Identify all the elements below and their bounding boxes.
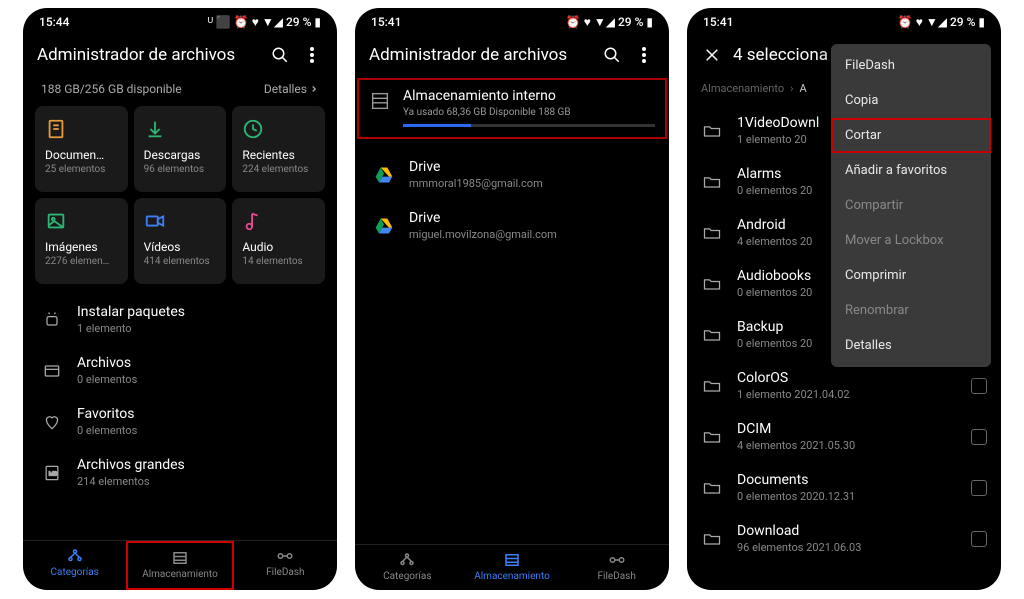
menu-item-comprimir[interactable]: Comprimir <box>831 258 991 293</box>
folder-icon <box>701 478 723 498</box>
clock: 15:44 <box>39 15 69 29</box>
page-title: Administrador de archivos <box>37 45 259 65</box>
more-icon[interactable] <box>633 44 655 66</box>
gdrive-icon <box>373 216 395 236</box>
bottom-nav: Categorías Almacenamiento FileDash <box>355 544 669 590</box>
storage-icon <box>369 90 391 112</box>
more-icon[interactable] <box>301 44 323 66</box>
page-title: Administrador de archivos <box>369 45 591 65</box>
storage-summary[interactable]: 188 GB/256 GB disponible Detalles <box>35 78 325 106</box>
close-icon[interactable] <box>701 44 723 66</box>
menu-item-compartir: Compartir <box>831 188 991 223</box>
content: Almacenamiento interno Ya usado 68,36 GB… <box>355 78 669 544</box>
card-recent[interactable]: Recientes224 elementos <box>232 106 325 192</box>
folder-icon <box>701 121 723 141</box>
status-icons: ⏰ ♥ ▼◢ 29 % ▮ <box>898 15 985 29</box>
tab-filedash[interactable]: FileDash <box>564 545 669 590</box>
tab-categories[interactable]: Categorías <box>23 541 126 590</box>
screen-selection: 15:41 ⏰ ♥ ▼◢ 29 % ▮ 4 selecciona Almacen… <box>687 8 1001 590</box>
card-videos[interactable]: Vídeos414 elementos <box>134 198 227 284</box>
app-header: Administrador de archivos <box>23 36 337 78</box>
list-item[interactable]: Instalar paquetes1 elemento <box>35 294 325 345</box>
status-icons: ⏰ ♥ ▼◢ 29 % ▮ <box>566 15 653 29</box>
tab-storage[interactable]: Almacenamiento <box>126 541 233 590</box>
list-item[interactable]: Archivos0 elementos <box>35 345 325 396</box>
status-bar: 15:41 ⏰ ♥ ▼◢ 29 % ▮ <box>355 8 669 36</box>
search-icon[interactable] <box>601 44 623 66</box>
folder-row[interactable]: Download96 elementos 2021.06.03 <box>695 513 993 564</box>
tab-categories[interactable]: Categorías <box>355 545 460 590</box>
folder-icon <box>701 325 723 345</box>
menu-item-renombrar: Renombrar <box>831 293 991 328</box>
search-icon[interactable] <box>269 44 291 66</box>
menu-item-mover-a-lockbox: Mover a Lockbox <box>831 223 991 258</box>
folder-icon <box>701 172 723 192</box>
bottom-nav: Categorías Almacenamiento FileDash <box>23 540 337 590</box>
status-icons: ᵁ ⬛ ⏰ ♥ ▼◢ 29 % ▮ <box>208 15 321 29</box>
content: 188 GB/256 GB disponible Detalles Docume… <box>23 78 337 540</box>
drive-account[interactable]: Drivemmmoral1985@gmail.com <box>367 149 657 200</box>
menu-item-cortar[interactable]: Cortar <box>831 118 991 153</box>
details-link[interactable]: Detalles <box>264 82 319 96</box>
status-bar: 15:41 ⏰ ♥ ▼◢ 29 % ▮ <box>687 8 1001 36</box>
extra-list: Instalar paquetes1 elemento Archivos0 el… <box>35 294 325 498</box>
app-header: Administrador de archivos <box>355 36 669 78</box>
gdrive-icon <box>373 165 395 185</box>
drive-account[interactable]: Drivemiguel.movilzona@gmail.com <box>367 200 657 251</box>
storage-progress <box>403 124 655 127</box>
menu-item-copia[interactable]: Copia <box>831 83 991 118</box>
folder-row[interactable]: Documents0 elementos 2020.12.31 <box>695 462 993 513</box>
menu-item-añadir-a-favoritos[interactable]: Añadir a favoritos <box>831 153 991 188</box>
card-documents[interactable]: Documen…25 elementos <box>35 106 128 192</box>
large-files-icon: MB <box>41 463 63 483</box>
checkbox[interactable] <box>971 531 987 547</box>
folder-icon <box>701 427 723 447</box>
checkbox[interactable] <box>971 480 987 496</box>
menu-item-detalles[interactable]: Detalles <box>831 328 991 363</box>
screen-storage: 15:41 ⏰ ♥ ▼◢ 29 % ▮ Administrador de arc… <box>355 8 669 590</box>
status-bar: 15:44 ᵁ ⬛ ⏰ ♥ ▼◢ 29 % ▮ <box>23 8 337 36</box>
checkbox[interactable] <box>971 429 987 445</box>
storage-internal[interactable]: Almacenamiento interno Ya usado 68,36 GB… <box>357 78 667 139</box>
archive-icon <box>41 361 63 381</box>
folder-row[interactable]: ColorOS1 elemento 2021.04.02 <box>695 360 993 411</box>
checkbox[interactable] <box>971 378 987 394</box>
card-downloads[interactable]: Descargas96 elementos <box>134 106 227 192</box>
screen-categories: 15:44 ᵁ ⬛ ⏰ ♥ ▼◢ 29 % ▮ Administrador de… <box>23 8 337 590</box>
clock: 15:41 <box>371 15 401 29</box>
folder-row[interactable]: DCIM4 elementos 2021.05.30 <box>695 411 993 462</box>
category-grid: Documen…25 elementos Descargas96 element… <box>35 106 325 284</box>
list-item[interactable]: Favoritos0 elementos <box>35 396 325 447</box>
menu-item-filedash[interactable]: FileDash <box>831 48 991 83</box>
android-icon <box>41 310 63 330</box>
tab-filedash[interactable]: FileDash <box>234 541 337 590</box>
folder-icon <box>701 223 723 243</box>
context-menu: FileDashCopiaCortarAñadir a favoritosCom… <box>831 44 991 367</box>
card-audio[interactable]: Audio14 elementos <box>232 198 325 284</box>
svg-text:MB: MB <box>49 471 58 477</box>
storage-text: 188 GB/256 GB disponible <box>41 82 182 96</box>
tab-storage[interactable]: Almacenamiento <box>460 545 565 590</box>
heart-icon <box>41 412 63 432</box>
card-images[interactable]: Imágenes2276 elemen… <box>35 198 128 284</box>
folder-icon <box>701 274 723 294</box>
folder-icon <box>701 376 723 396</box>
folder-icon <box>701 529 723 549</box>
clock: 15:41 <box>703 15 733 29</box>
list-item[interactable]: MBArchivos grandes214 elementos <box>35 447 325 498</box>
chevron-right-icon: › <box>790 82 793 95</box>
